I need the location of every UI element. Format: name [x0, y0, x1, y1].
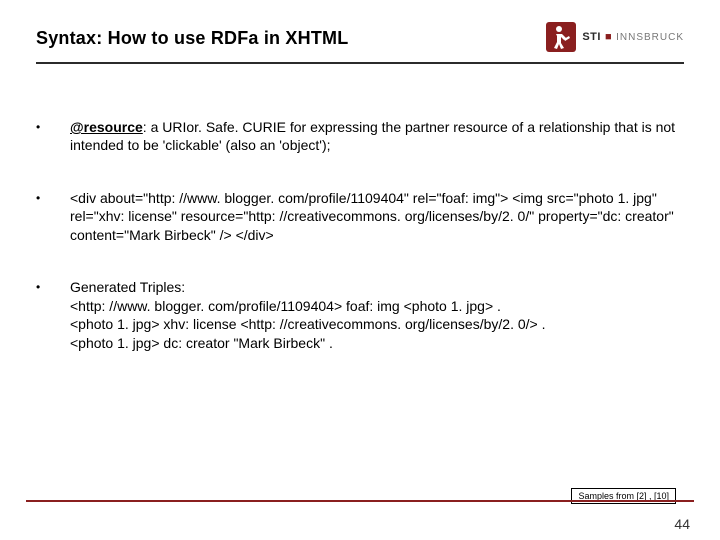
sti-logo-icon — [546, 22, 576, 52]
attr-name: @resource — [70, 119, 143, 135]
bullet-list: • @resource: a URIor. Safe. CURIE for ex… — [36, 118, 684, 352]
logo-sti: STI — [582, 31, 601, 43]
list-item: • <div about="http: //www. blogger. com/… — [36, 189, 684, 244]
logo-city: INNSBRUCK — [616, 32, 684, 43]
bullet-body: @resource: a URIor. Safe. CURIE for expr… — [70, 118, 684, 155]
logo: STI ■ INNSBRUCK — [546, 22, 684, 52]
bullet-text: : a URIor. Safe. CURIE for expressing th… — [70, 119, 675, 153]
bullet-body: <div about="http: //www. blogger. com/pr… — [70, 189, 684, 244]
bullet-mark: • — [36, 189, 70, 244]
header: Syntax: How to use RDFa in XHTML STI ■ I… — [36, 22, 684, 52]
slide: Syntax: How to use RDFa in XHTML STI ■ I… — [0, 0, 720, 540]
logo-text: STI ■ INNSBRUCK — [582, 31, 684, 43]
header-divider — [36, 62, 684, 64]
footer-divider — [26, 500, 694, 502]
logo-dot: ■ — [605, 31, 612, 43]
page-title: Syntax: How to use RDFa in XHTML — [36, 28, 348, 49]
list-item: • Generated Triples: <http: //www. blogg… — [36, 278, 684, 352]
bullet-body: Generated Triples: <http: //www. blogger… — [70, 278, 684, 352]
bullet-mark: • — [36, 118, 70, 155]
page-number: 44 — [674, 516, 690, 532]
bullet-text: Generated Triples: <http: //www. blogger… — [70, 279, 545, 350]
content: • @resource: a URIor. Safe. CURIE for ex… — [36, 118, 684, 352]
bullet-text: <div about="http: //www. blogger. com/pr… — [70, 190, 674, 243]
bullet-mark: • — [36, 278, 70, 352]
list-item: • @resource: a URIor. Safe. CURIE for ex… — [36, 118, 684, 155]
